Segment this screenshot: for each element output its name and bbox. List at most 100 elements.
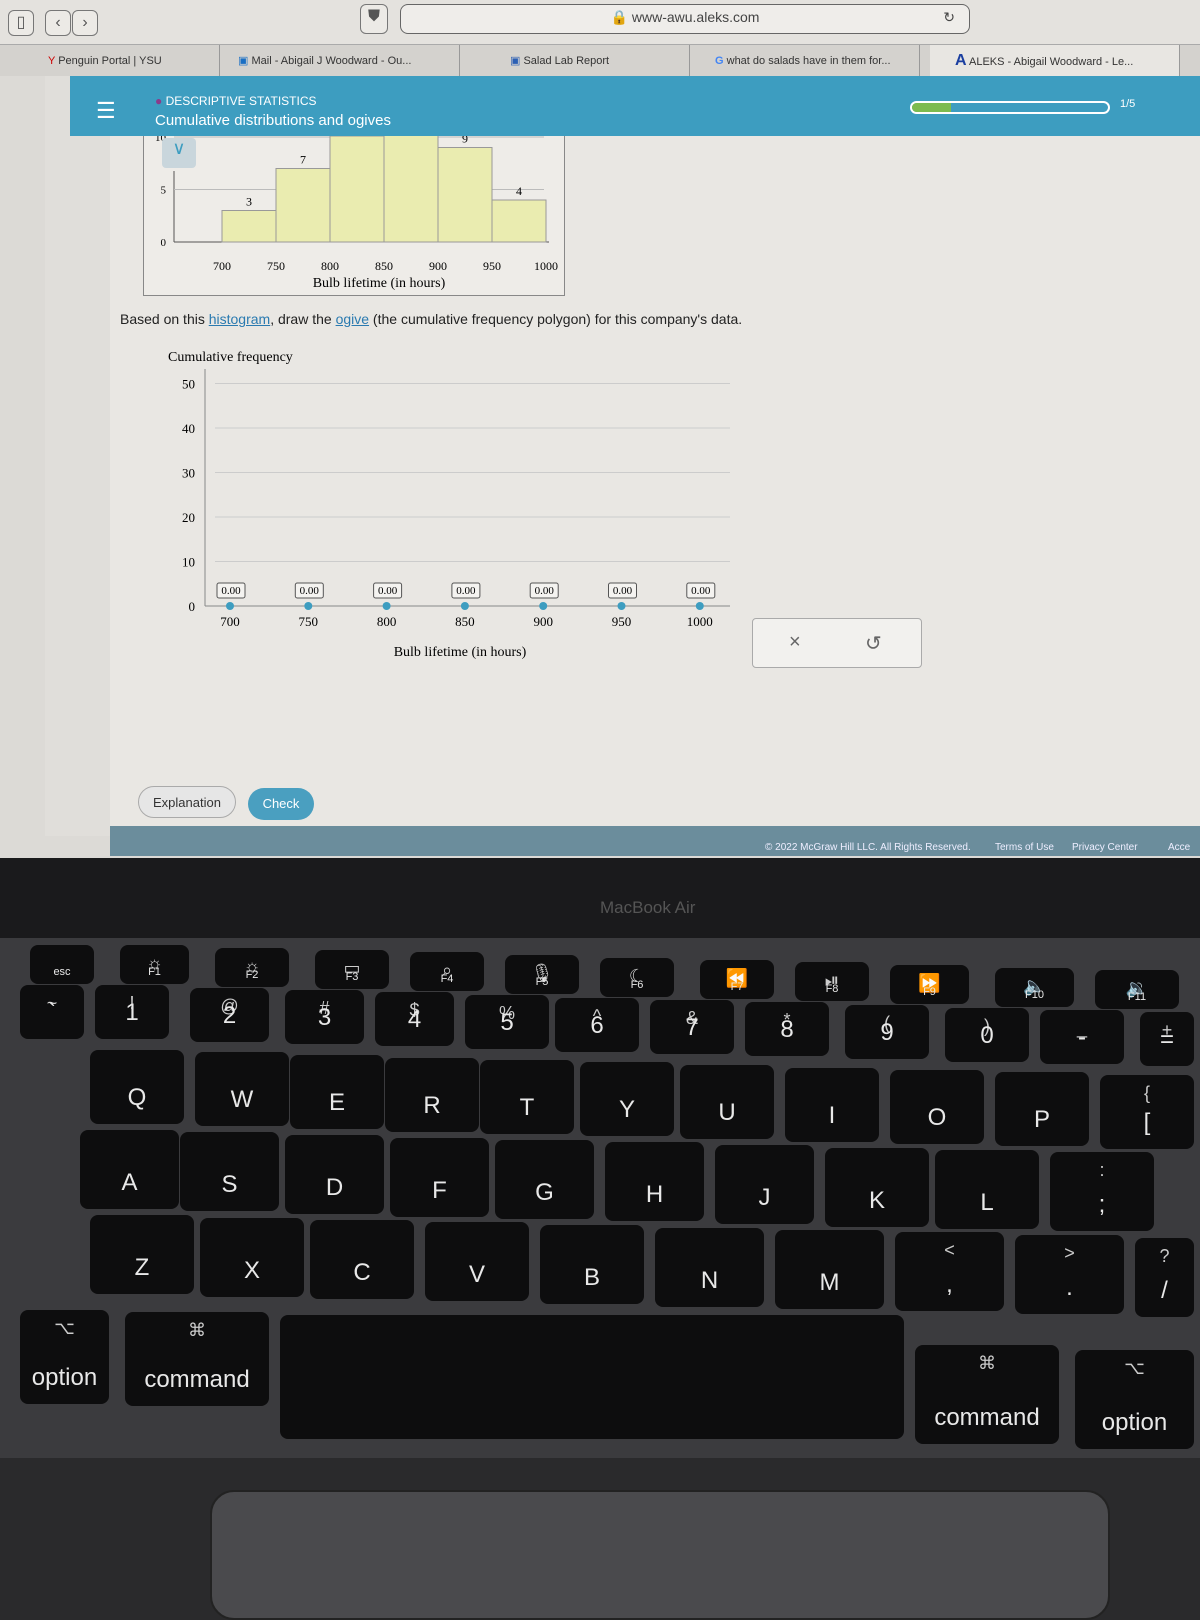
- key-D[interactable]: D: [285, 1135, 384, 1214]
- address-bar[interactable]: 🔒 www-awu.aleks.com ↻: [400, 4, 970, 34]
- key-F6[interactable]: ☾ F6: [600, 958, 674, 997]
- explanation-button[interactable]: Explanation: [138, 786, 236, 818]
- key-B[interactable]: B: [540, 1225, 644, 1304]
- key-E[interactable]: E: [290, 1055, 384, 1129]
- key-F10[interactable]: 🔈 F10: [995, 968, 1074, 1007]
- key-1[interactable]: ! 1: [95, 985, 169, 1039]
- key-label: S: [221, 1171, 238, 1198]
- key-J[interactable]: J: [715, 1145, 814, 1224]
- key-Z[interactable]: Z: [90, 1215, 194, 1294]
- ogive-point: [695, 602, 704, 610]
- key-label: esc: [53, 966, 71, 978]
- key-label: ;: [1098, 1191, 1106, 1218]
- key-/[interactable]: ? /: [1135, 1238, 1194, 1317]
- key--[interactable]: _ -: [1040, 1010, 1124, 1064]
- key-Q[interactable]: Q: [90, 1050, 184, 1124]
- key-F11[interactable]: 🔉 F11: [1095, 970, 1179, 1009]
- key-L[interactable]: L: [935, 1150, 1039, 1229]
- browser-toolbar: ▯ ‹ › ⛊ 🔒 www-awu.aleks.com ↻: [0, 0, 1200, 44]
- key-A[interactable]: A: [80, 1130, 179, 1209]
- key-N[interactable]: N: [655, 1228, 764, 1307]
- key-K[interactable]: K: [825, 1148, 929, 1227]
- key-F9[interactable]: ⏩ F9: [890, 965, 969, 1004]
- bar-label: 7: [300, 153, 306, 167]
- tab-google-search[interactable]: G what do salads have in them for...: [690, 45, 920, 77]
- clear-icon[interactable]: ×: [789, 631, 801, 654]
- key-symbol: :: [1099, 1160, 1105, 1180]
- key-command[interactable]: ⌘ command: [915, 1345, 1059, 1444]
- key-G[interactable]: G: [495, 1140, 594, 1219]
- key-7[interactable]: & 7: [650, 1000, 734, 1054]
- key-F4[interactable]: ⌕ F4: [410, 952, 484, 991]
- key-=[interactable]: + =: [1140, 1012, 1194, 1066]
- shield-icon[interactable]: ⛊: [360, 4, 388, 34]
- ogive-chart[interactable]: Cumulative frequency 0 10 20 30 40 50 0.00 700 0.…: [150, 341, 770, 671]
- key-label: P: [1033, 1106, 1050, 1133]
- accessibility-link[interactable]: Acce: [1168, 842, 1190, 853]
- key-M[interactable]: M: [775, 1230, 884, 1309]
- key-9[interactable]: (9: [845, 1005, 929, 1059]
- key-3[interactable]: #3: [285, 990, 364, 1044]
- y-tick-label: 10: [182, 555, 195, 570]
- key-`[interactable]: ~ `: [20, 985, 84, 1039]
- ogive-link[interactable]: ogive: [336, 311, 369, 327]
- tab-mail[interactable]: ▣ Mail - Abigail J Woodward - Ou...: [230, 45, 460, 77]
- key-F1[interactable]: ☼ F1: [120, 945, 189, 984]
- terms-link[interactable]: Terms of Use: [995, 842, 1054, 853]
- key-I[interactable]: I: [785, 1068, 879, 1142]
- sidebar-toggle-icon[interactable]: ▯: [8, 10, 34, 36]
- trackpad[interactable]: [210, 1490, 1110, 1620]
- key-8[interactable]: * 8: [745, 1002, 829, 1056]
- x-axis-label: Bulb lifetime (in hours): [313, 276, 446, 291]
- key-F2[interactable]: ☼ F2: [215, 948, 289, 987]
- tab-penguin-portal[interactable]: Y Penguin Portal | YSU: [40, 45, 220, 77]
- key-F7[interactable]: ⏪ F7: [700, 960, 774, 999]
- key-S[interactable]: S: [180, 1132, 279, 1211]
- bar-label: 3: [246, 195, 252, 209]
- check-button[interactable]: Check: [248, 788, 314, 820]
- collapse-chevron-icon[interactable]: ∨: [162, 138, 196, 168]
- y-tick-label: 20: [182, 510, 195, 525]
- key-C[interactable]: C: [310, 1220, 414, 1299]
- undo-icon[interactable]: ↺: [865, 631, 882, 656]
- key-esc[interactable]: esc: [30, 945, 94, 984]
- key-option[interactable]: ⌥ option: [1075, 1350, 1194, 1449]
- key-option[interactable]: ⌥ option: [20, 1310, 109, 1404]
- key-.[interactable]: >.: [1015, 1235, 1124, 1314]
- key-;[interactable]: :;: [1050, 1152, 1154, 1231]
- key-,[interactable]: <,: [895, 1232, 1004, 1311]
- key-Y[interactable]: Y: [580, 1062, 674, 1136]
- key-O[interactable]: O: [890, 1070, 984, 1144]
- key-[[interactable]: {[: [1100, 1075, 1194, 1149]
- key-label: Q: [127, 1084, 147, 1111]
- key-T[interactable]: T: [480, 1060, 574, 1134]
- key-W[interactable]: W: [195, 1052, 289, 1126]
- key-U[interactable]: U: [680, 1065, 774, 1139]
- histogram-link[interactable]: histogram: [209, 311, 270, 327]
- key-0[interactable]: ) 0: [945, 1008, 1029, 1062]
- forward-button[interactable]: ›: [72, 10, 98, 36]
- privacy-link[interactable]: Privacy Center: [1072, 842, 1138, 853]
- key-R[interactable]: R: [385, 1058, 479, 1132]
- key-V[interactable]: V: [425, 1222, 529, 1301]
- tab-aleks[interactable]: A ALEKS - Abigail Woodward - Le...: [930, 45, 1180, 77]
- reload-icon[interactable]: ↻: [943, 5, 955, 29]
- key-F5[interactable]: 🎙 F5: [505, 955, 579, 994]
- key-command[interactable]: ⌘ command: [125, 1312, 269, 1406]
- key-symbol: <: [944, 1240, 955, 1260]
- key-F[interactable]: F: [390, 1138, 489, 1217]
- key-P[interactable]: P: [995, 1072, 1089, 1146]
- menu-icon[interactable]: ☰: [96, 98, 116, 124]
- key-H[interactable]: H: [605, 1142, 704, 1221]
- key-label: H: [645, 1181, 664, 1208]
- key-F8[interactable]: ⏯ F8: [795, 962, 869, 1001]
- key-space[interactable]: [280, 1315, 904, 1439]
- key-F3[interactable]: ▭ F3: [315, 950, 389, 989]
- back-button[interactable]: ‹: [45, 10, 71, 36]
- key-6[interactable]: ^ 6: [555, 998, 639, 1052]
- key-5[interactable]: % 5: [465, 995, 549, 1049]
- tab-salad-lab-report[interactable]: ▣ Salad Lab Report: [460, 45, 690, 77]
- key-4[interactable]: $4: [375, 992, 454, 1046]
- key-2[interactable]: @2: [190, 988, 269, 1042]
- key-X[interactable]: X: [200, 1218, 304, 1297]
